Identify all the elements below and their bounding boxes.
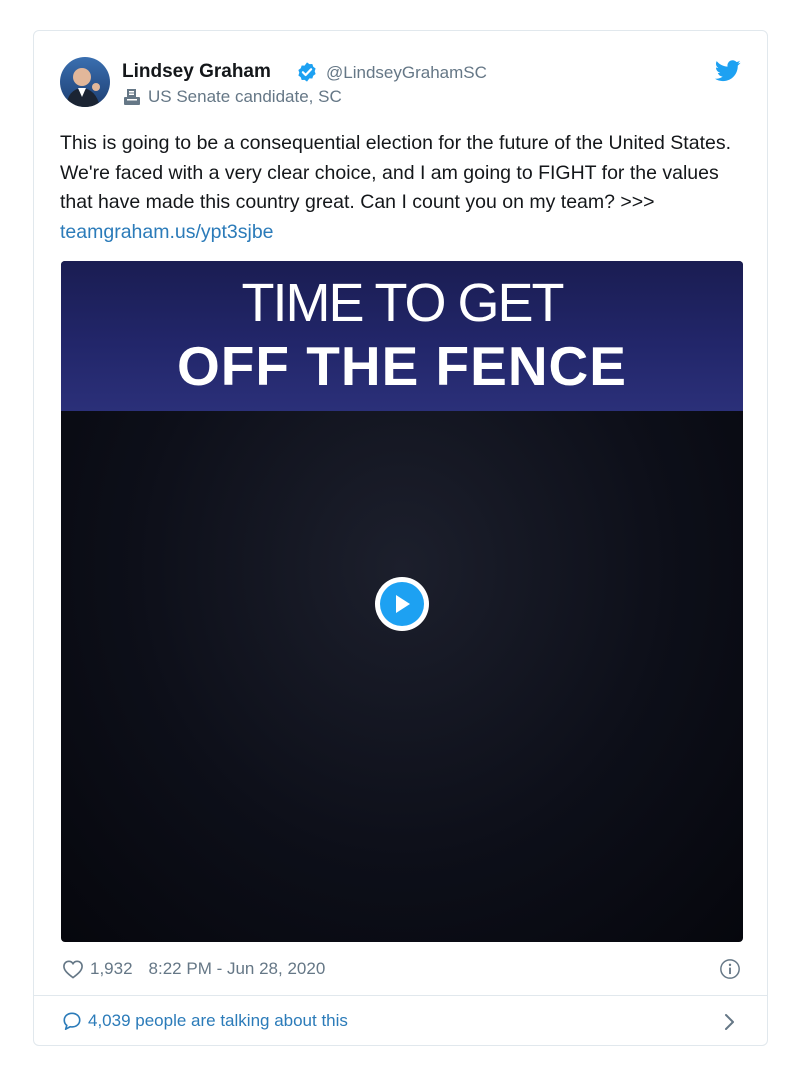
verified-badge-icon: [298, 62, 316, 82]
avatar[interactable]: [60, 57, 110, 107]
video-title-banner: TIME TO GET OFF THE FENCE: [61, 261, 743, 411]
author-handle[interactable]: @LindseyGrahamSC: [326, 63, 487, 83]
divider: [34, 995, 767, 996]
banner-line-2: OFF THE FENCE: [177, 335, 627, 397]
ballot-box-icon: [124, 89, 140, 105]
account-label: US Senate candidate, SC: [122, 87, 342, 107]
conversation-link[interactable]: 4,039 people are talking about this: [62, 1011, 348, 1031]
banner-line-1: TIME TO GET: [241, 273, 564, 333]
talking-count[interactable]: 4,039 people are talking about this: [88, 1011, 348, 1031]
speech-bubble-icon: [63, 1012, 81, 1030]
account-label-text: US Senate candidate, SC: [148, 87, 342, 106]
play-button[interactable]: [375, 577, 429, 631]
tweet-body: This is going to be a consequential elec…: [60, 132, 731, 213]
tweet-timestamp[interactable]: 8:22 PM - Jun 28, 2020: [149, 959, 326, 979]
play-icon: [396, 595, 410, 613]
tweet-link[interactable]: teamgraham.us/ypt3sjbe: [60, 221, 274, 243]
twitter-bird-icon[interactable]: [715, 59, 741, 83]
author-name[interactable]: Lindsey Graham: [122, 61, 271, 83]
tweet-meta: 1,932 8:22 PM - Jun 28, 2020: [62, 959, 325, 979]
info-icon[interactable]: [719, 958, 741, 980]
heart-icon[interactable]: [62, 959, 84, 979]
like-count[interactable]: 1,932: [90, 959, 133, 979]
chevron-right-icon[interactable]: [723, 1011, 737, 1033]
video-player[interactable]: TIME TO GET OFF THE FENCE: [61, 261, 743, 942]
tweet-card: Lindsey Graham @LindseyGrahamSC US Senat…: [33, 30, 768, 1046]
tweet-text: This is going to be a consequential elec…: [60, 129, 750, 247]
